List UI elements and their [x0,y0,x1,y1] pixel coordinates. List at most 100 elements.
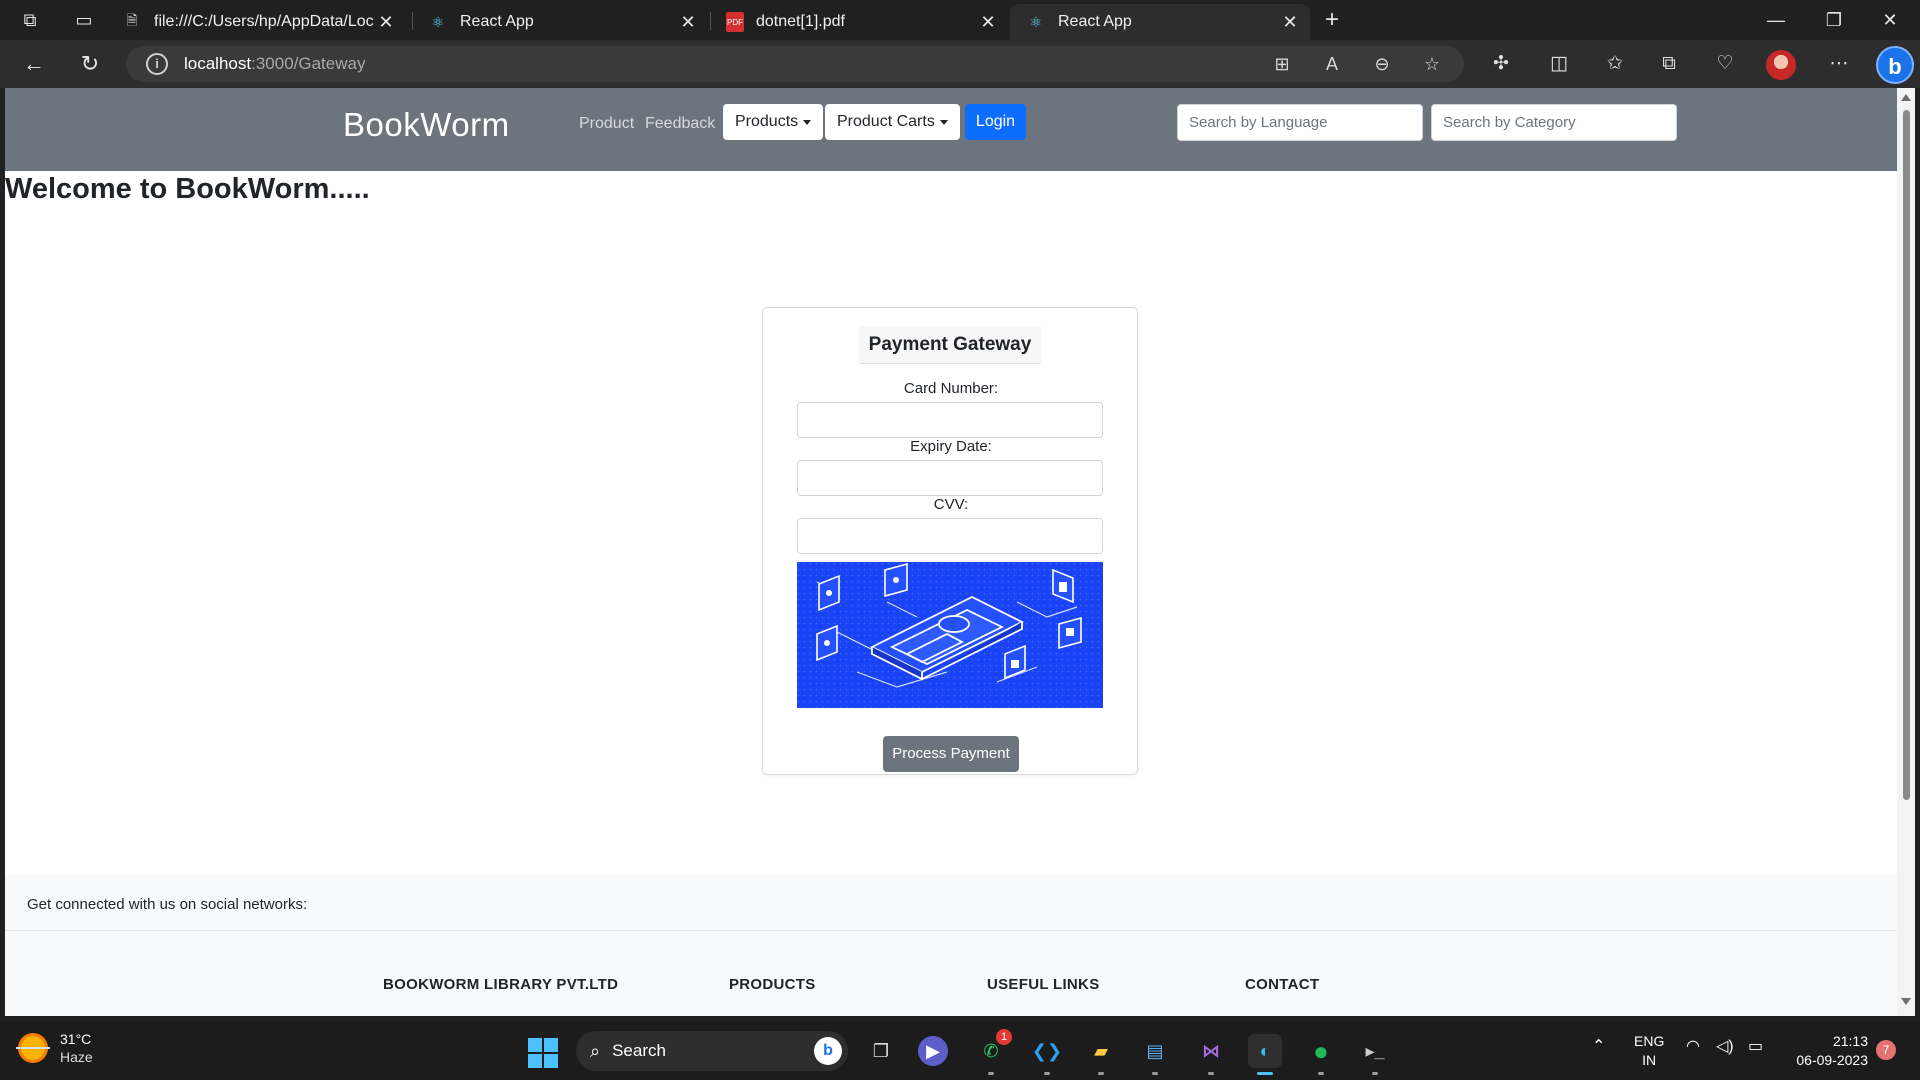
search-language-input[interactable]: Search by Language [1177,104,1423,141]
scroll-down-icon[interactable] [1901,998,1911,1005]
react-icon: ⚛ [1029,13,1043,30]
system-clock[interactable]: 21:13 06-09-2023 [1784,1032,1868,1070]
site-info-icon[interactable]: i [146,53,168,75]
profile-avatar[interactable] [1766,50,1796,80]
expiry-date-field[interactable] [797,460,1103,496]
payment-illustration [797,562,1103,708]
language-indicator[interactable]: ENG IN [1634,1032,1664,1070]
teams-icon[interactable]: ▶ [918,1036,948,1066]
whatsapp-icon[interactable]: ✆ 1 [974,1029,1012,1075]
products-dropdown[interactable]: Products [723,104,824,140]
nav-link-product[interactable]: Product [579,115,634,133]
battery-icon[interactable]: ▭ [1748,1036,1763,1056]
tab-dotnet-pdf[interactable]: PDF dotnet[1].pdf ✕ [710,4,1008,40]
terminal-icon[interactable]: ▸_ [1358,1034,1392,1075]
vscode-icon[interactable]: ❮❯ [1030,1034,1064,1075]
clock-date: 06-09-2023 [1796,1052,1868,1068]
close-icon[interactable]: ✕ [374,10,398,34]
extensions-icon[interactable]: ✣ [1486,50,1516,78]
expiry-date-label: Expiry Date: [910,438,992,455]
login-button[interactable]: Login [965,104,1026,140]
collections-icon[interactable]: ⧉ [1654,50,1684,78]
close-icon[interactable]: ✕ [976,10,1000,34]
bing-copilot-icon[interactable]: b [1876,46,1914,84]
tab-title: React App [1058,13,1132,30]
tab-react-app-active[interactable]: ⚛ React App ✕ [1010,4,1310,40]
window-close-icon[interactable]: ✕ [1866,4,1914,36]
app-available-icon[interactable]: ⊞ [1268,50,1296,78]
footer-col-company: BOOKWORM LIBRARY PVT.LTD [383,976,619,993]
caret-down-icon [803,119,812,125]
more-options-icon[interactable]: ⋯ [1824,50,1854,78]
weather-desc: Haze [60,1049,93,1065]
start-button[interactable] [528,1038,558,1068]
products-dropdown-label: Products [735,113,799,130]
read-aloud-icon[interactable]: A [1318,50,1346,78]
pdf-icon: PDF [726,12,744,32]
scrollbar-thumb[interactable] [1903,110,1910,800]
page-viewport: BookWorm Product Feedback Products Produ… [5,88,1897,1016]
edge-icon[interactable]: ◐ [1248,1034,1282,1075]
pdf-file-icon: 🗎 [126,12,138,28]
taskbar-search-label: Search [612,1041,666,1060]
footer-social-bar: Get connected with us on social networks… [5,875,1897,931]
search-icon: ⌕ [590,1040,601,1061]
whatsapp-badge: 1 [996,1029,1012,1045]
tab-title: dotnet[1].pdf [756,13,845,30]
welcome-heading: Welcome to BookWorm..... [5,173,370,205]
zoom-out-icon[interactable]: ⊖ [1368,50,1396,78]
restore-icon[interactable]: ❐ [1810,4,1858,36]
spotify-icon[interactable]: ● [1304,1034,1338,1075]
browser-toolbar: ← ↻ i localhost:3000/Gateway ⊞ A ⊖ ☆ ✣ ◫… [0,40,1920,88]
favorites-icon[interactable]: ✩ [1600,50,1630,78]
process-payment-button[interactable]: Process Payment [883,736,1019,772]
tab-file[interactable]: 🗎 file:///C:/Users/hp/AppData/Loca ✕ [106,4,406,40]
refresh-icon[interactable]: ↻ [74,50,106,78]
tab-react-app-1[interactable]: ⚛ React App ✕ [412,4,708,40]
new-tab-icon[interactable]: + [1320,8,1344,32]
scroll-up-icon[interactable] [1901,94,1911,101]
clock-time: 21:13 [1832,1033,1868,1049]
browser-tab-bar: ⧉ ▭ 🗎 file:///C:/Users/hp/AppData/Loca ✕… [0,0,1920,40]
file-explorer-icon[interactable]: ▰ [1084,1034,1118,1075]
react-icon: ⚛ [431,13,445,30]
caret-down-icon [939,119,948,125]
task-view-icon[interactable]: ❐ [864,1034,898,1068]
visual-studio-icon[interactable]: ⋈ [1194,1034,1228,1075]
address-bar[interactable]: i localhost:3000/Gateway [126,46,1464,82]
product-carts-dropdown[interactable]: Product Carts [825,104,960,140]
bing-icon: b [814,1037,842,1065]
wifi-icon[interactable]: ◠ [1686,1036,1700,1056]
nav-link-feedback[interactable]: Feedback [645,115,715,133]
minimize-icon[interactable]: — [1752,4,1800,36]
notification-badge[interactable]: 7 [1876,1040,1896,1060]
cvv-label: CVV: [933,496,969,513]
close-icon[interactable]: ✕ [1278,10,1302,34]
workspaces-icon[interactable]: ⧉ [18,8,42,32]
weather-widget[interactable]: 31°C Haze [16,1030,93,1066]
footer-col-contact: CONTACT [1245,976,1320,993]
vertical-tabs-icon[interactable]: ▭ [72,8,96,32]
search-category-input[interactable]: Search by Category [1431,104,1677,141]
back-icon[interactable]: ← [18,50,50,78]
split-screen-icon[interactable]: ◫ [1544,50,1574,78]
brand-logo[interactable]: BookWorm [343,106,510,144]
haze-weather-icon [16,1033,50,1063]
cvv-field[interactable] [797,518,1103,554]
region-code: IN [1642,1052,1657,1068]
tab-title: React App [460,13,534,30]
close-icon[interactable]: ✕ [676,10,700,34]
footer-col-useful-links: USEFUL LINKS [987,976,1100,993]
notepad-icon[interactable]: ▤ [1138,1034,1172,1075]
taskbar-search[interactable]: ⌕ Search b [576,1031,848,1071]
show-hidden-icons-icon[interactable]: ⌃ [1592,1036,1605,1056]
site-footer: Get connected with us on social networks… [5,875,1897,1016]
favorite-star-icon[interactable]: ☆ [1418,50,1446,78]
url-path: :3000/Gateway [251,54,366,73]
windows-taskbar: 31°C Haze ⌕ Search b ❐ ▶ ✆ 1 ❮❯ ▰ ▤ ⋈ ◐ ●… [0,1022,1920,1080]
card-number-label: Card Number: [903,380,999,397]
volume-icon[interactable]: ◁) [1716,1036,1734,1056]
card-number-field[interactable] [797,402,1103,438]
browser-essentials-icon[interactable]: ♡ [1710,50,1740,78]
page-scrollbar[interactable] [1897,88,1915,1016]
